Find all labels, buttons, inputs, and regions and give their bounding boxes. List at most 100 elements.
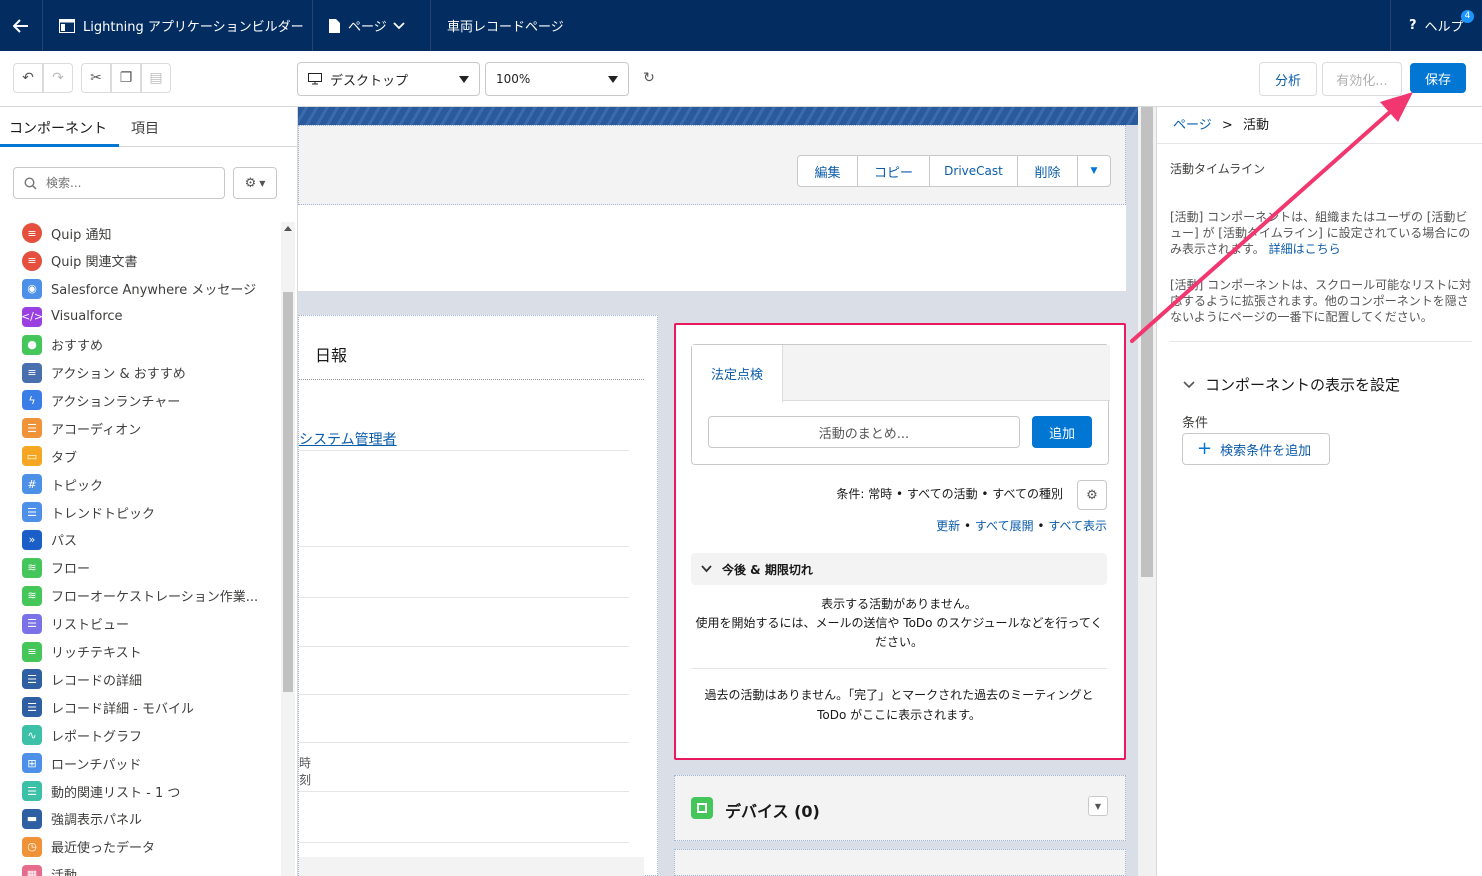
component-item[interactable]: ◉ Salesforce Anywhere メッセージ — [22, 278, 256, 300]
components-panel: コンポーネント 項目 ⚙▼ ≡ Quip 通知 ≡ Quip 関連文書 ◉ Salesfo… — [0, 107, 298, 876]
device-actions-button[interactable]: ▼ — [1088, 796, 1108, 816]
component-item[interactable]: # トピック — [22, 473, 103, 495]
highlights-panel[interactable]: 編集 コピー DriveCast 削除 ▼ — [298, 125, 1126, 205]
app-builder-icon — [59, 18, 75, 33]
page-menu-button[interactable]: ページ — [313, 0, 431, 51]
component-icon: » — [22, 529, 42, 550]
separator-dot: • — [963, 519, 972, 533]
canvas-scrollbar[interactable] — [1138, 107, 1156, 876]
tab-fields[interactable]: 項目 — [131, 118, 159, 138]
component-item[interactable]: ▬ 強調表示パネル — [22, 808, 142, 830]
component-item[interactable]: ∿ レポートグラフ — [22, 724, 142, 746]
delete-button[interactable]: 削除 — [1018, 156, 1078, 186]
component-label: アコーディオン — [51, 422, 142, 438]
component-item[interactable]: ● おすすめ — [22, 334, 103, 356]
search-input[interactable] — [44, 172, 220, 194]
component-item[interactable]: ⊞ ローンチパッド — [22, 752, 141, 774]
refresh-link[interactable]: 更新 — [936, 519, 960, 533]
caret-down-icon — [459, 76, 469, 83]
chevron-down-icon — [393, 21, 405, 29]
component-item[interactable]: ≋ フローオーケストレーション作業... — [22, 585, 258, 607]
scissors-icon: ✂ — [90, 70, 102, 86]
component-item[interactable]: ▭ タブ — [22, 445, 77, 467]
device-related-list[interactable]: デバイス (0) ▼ — [674, 775, 1126, 841]
learn-more-link[interactable]: 詳細はこちら — [1269, 242, 1341, 256]
component-item[interactable]: ≡ Quip 通知 — [22, 222, 111, 244]
clipboard-icon: ▤ — [149, 70, 163, 86]
gear-icon: ⚙ — [1086, 487, 1098, 503]
next-related-list[interactable] — [674, 849, 1126, 876]
activity-summary-input[interactable]: 活動のまとめ... — [708, 416, 1020, 448]
component-item[interactable]: ☰ トレンドトピック — [22, 501, 155, 523]
component-item[interactable]: ☰ リストビュー — [22, 613, 129, 635]
component-icon: ☰ — [22, 613, 42, 634]
component-item[interactable]: ☰ レコード詳細 - モバイル — [22, 696, 194, 718]
more-actions-button[interactable]: ▼ — [1078, 156, 1110, 186]
component-item[interactable]: ☰ アコーディオン — [22, 417, 141, 439]
save-button[interactable]: 保存 — [1410, 63, 1466, 93]
component-item[interactable]: ☰ 動的関連リスト - 1 つ — [22, 780, 180, 802]
owner-link[interactable]: システム管理者 — [299, 429, 399, 449]
show-all-link[interactable]: すべて表示 — [1048, 519, 1107, 533]
component-item[interactable]: ϟ アクションランチャー — [22, 389, 180, 411]
visibility-section-header[interactable]: コンポーネントの表示を設定 — [1183, 374, 1400, 395]
component-item[interactable]: ▦ 活動 — [22, 864, 77, 876]
filter-settings-button[interactable]: ⚙ — [1077, 480, 1107, 510]
refresh-button[interactable]: ↻ — [634, 63, 664, 93]
component-label: ローンチパッド — [51, 757, 142, 773]
tab-inspection[interactable]: 法定点検 — [692, 345, 783, 402]
expand-all-link[interactable]: すべて展開 — [975, 519, 1034, 533]
copy-record-button[interactable]: コピー — [858, 156, 930, 186]
device-select[interactable]: デスクトップ — [297, 62, 480, 96]
component-item[interactable]: </> Visualforce — [21, 306, 123, 328]
analyze-button[interactable]: 分析 — [1259, 62, 1317, 96]
tab-components[interactable]: コンポーネント — [9, 118, 107, 138]
activity-component-selected[interactable]: 法定点検 活動のまとめ... 追加 条件: 常時 • すべての活動 • すべての… — [674, 323, 1126, 760]
component-icon: ☰ — [22, 697, 42, 718]
paste-button[interactable]: ▤ — [141, 63, 171, 93]
breadcrumb-page[interactable]: ページ — [1173, 118, 1212, 133]
component-icon: ≡ — [22, 641, 42, 662]
component-item[interactable]: ≋ フロー — [22, 557, 90, 579]
properties-panel: ページ > 活動 活動タイムライン [活動] コンポーネントは、組織またはユーザ… — [1156, 107, 1482, 876]
canvas-scrollbar-thumb[interactable] — [1141, 107, 1153, 577]
component-item[interactable]: ≡ アクション & おすすめ — [22, 362, 186, 384]
help-label: ヘルプ — [1424, 20, 1464, 35]
component-icon: ▬ — [22, 808, 42, 829]
gear-icon: ⚙ — [244, 175, 257, 191]
activate-button[interactable]: 有効化... — [1322, 62, 1402, 96]
chevron-down-icon: ▼ — [259, 178, 266, 188]
component-icon: ☰ — [22, 781, 42, 801]
upcoming-section-header[interactable]: 今後 & 期限切れ — [691, 553, 1107, 585]
component-label: おすすめ — [51, 339, 104, 355]
copy-button[interactable]: ❐ — [111, 63, 141, 93]
redo-icon: ↷ — [52, 70, 64, 86]
search-input-wrapper[interactable] — [13, 167, 225, 199]
page-menu-label: ページ — [348, 20, 387, 35]
redo-button[interactable]: ↷ — [43, 63, 73, 93]
settings-menu-button[interactable]: ⚙ ▼ — [233, 167, 277, 199]
add-activity-button[interactable]: 追加 — [1032, 416, 1092, 448]
page-name: 車両レコードページ — [447, 20, 564, 35]
component-item[interactable]: ≡ リッチテキスト — [22, 641, 142, 663]
component-icon: ☰ — [22, 669, 42, 690]
component-item[interactable]: » パス — [22, 529, 77, 551]
app-title-section: Lightning アプリケーションビルダー — [43, 0, 313, 51]
component-item[interactable]: ☰ レコードの詳細 — [22, 668, 142, 690]
cut-button[interactable]: ✂ — [81, 63, 111, 93]
detail-card[interactable]: 日報 システム管理者 時刻 — [298, 315, 658, 876]
add-filter-button[interactable]: + 検索条件を追加 — [1182, 433, 1330, 465]
back-button[interactable] — [0, 0, 43, 51]
edit-button[interactable]: 編集 — [798, 156, 858, 186]
list-scrollbar[interactable] — [281, 222, 295, 876]
time-field-label: 時刻 — [299, 756, 312, 787]
component-item[interactable]: ◷ 最近使ったデータ — [22, 836, 155, 858]
drivecast-button[interactable]: DriveCast — [930, 156, 1018, 186]
help-button[interactable]: ? ヘルプ 4 — [1390, 0, 1482, 51]
zoom-select[interactable]: 100% — [485, 62, 629, 96]
component-description-2: [活動] コンポーネントは、スクロール可能なリストに対応するように拡張されます。… — [1170, 278, 1472, 324]
undo-button[interactable]: ↶ — [13, 63, 43, 93]
scrollbar-thumb[interactable] — [283, 292, 293, 692]
component-item[interactable]: ≡ Quip 関連文書 — [22, 250, 137, 272]
field-divider — [299, 742, 629, 743]
